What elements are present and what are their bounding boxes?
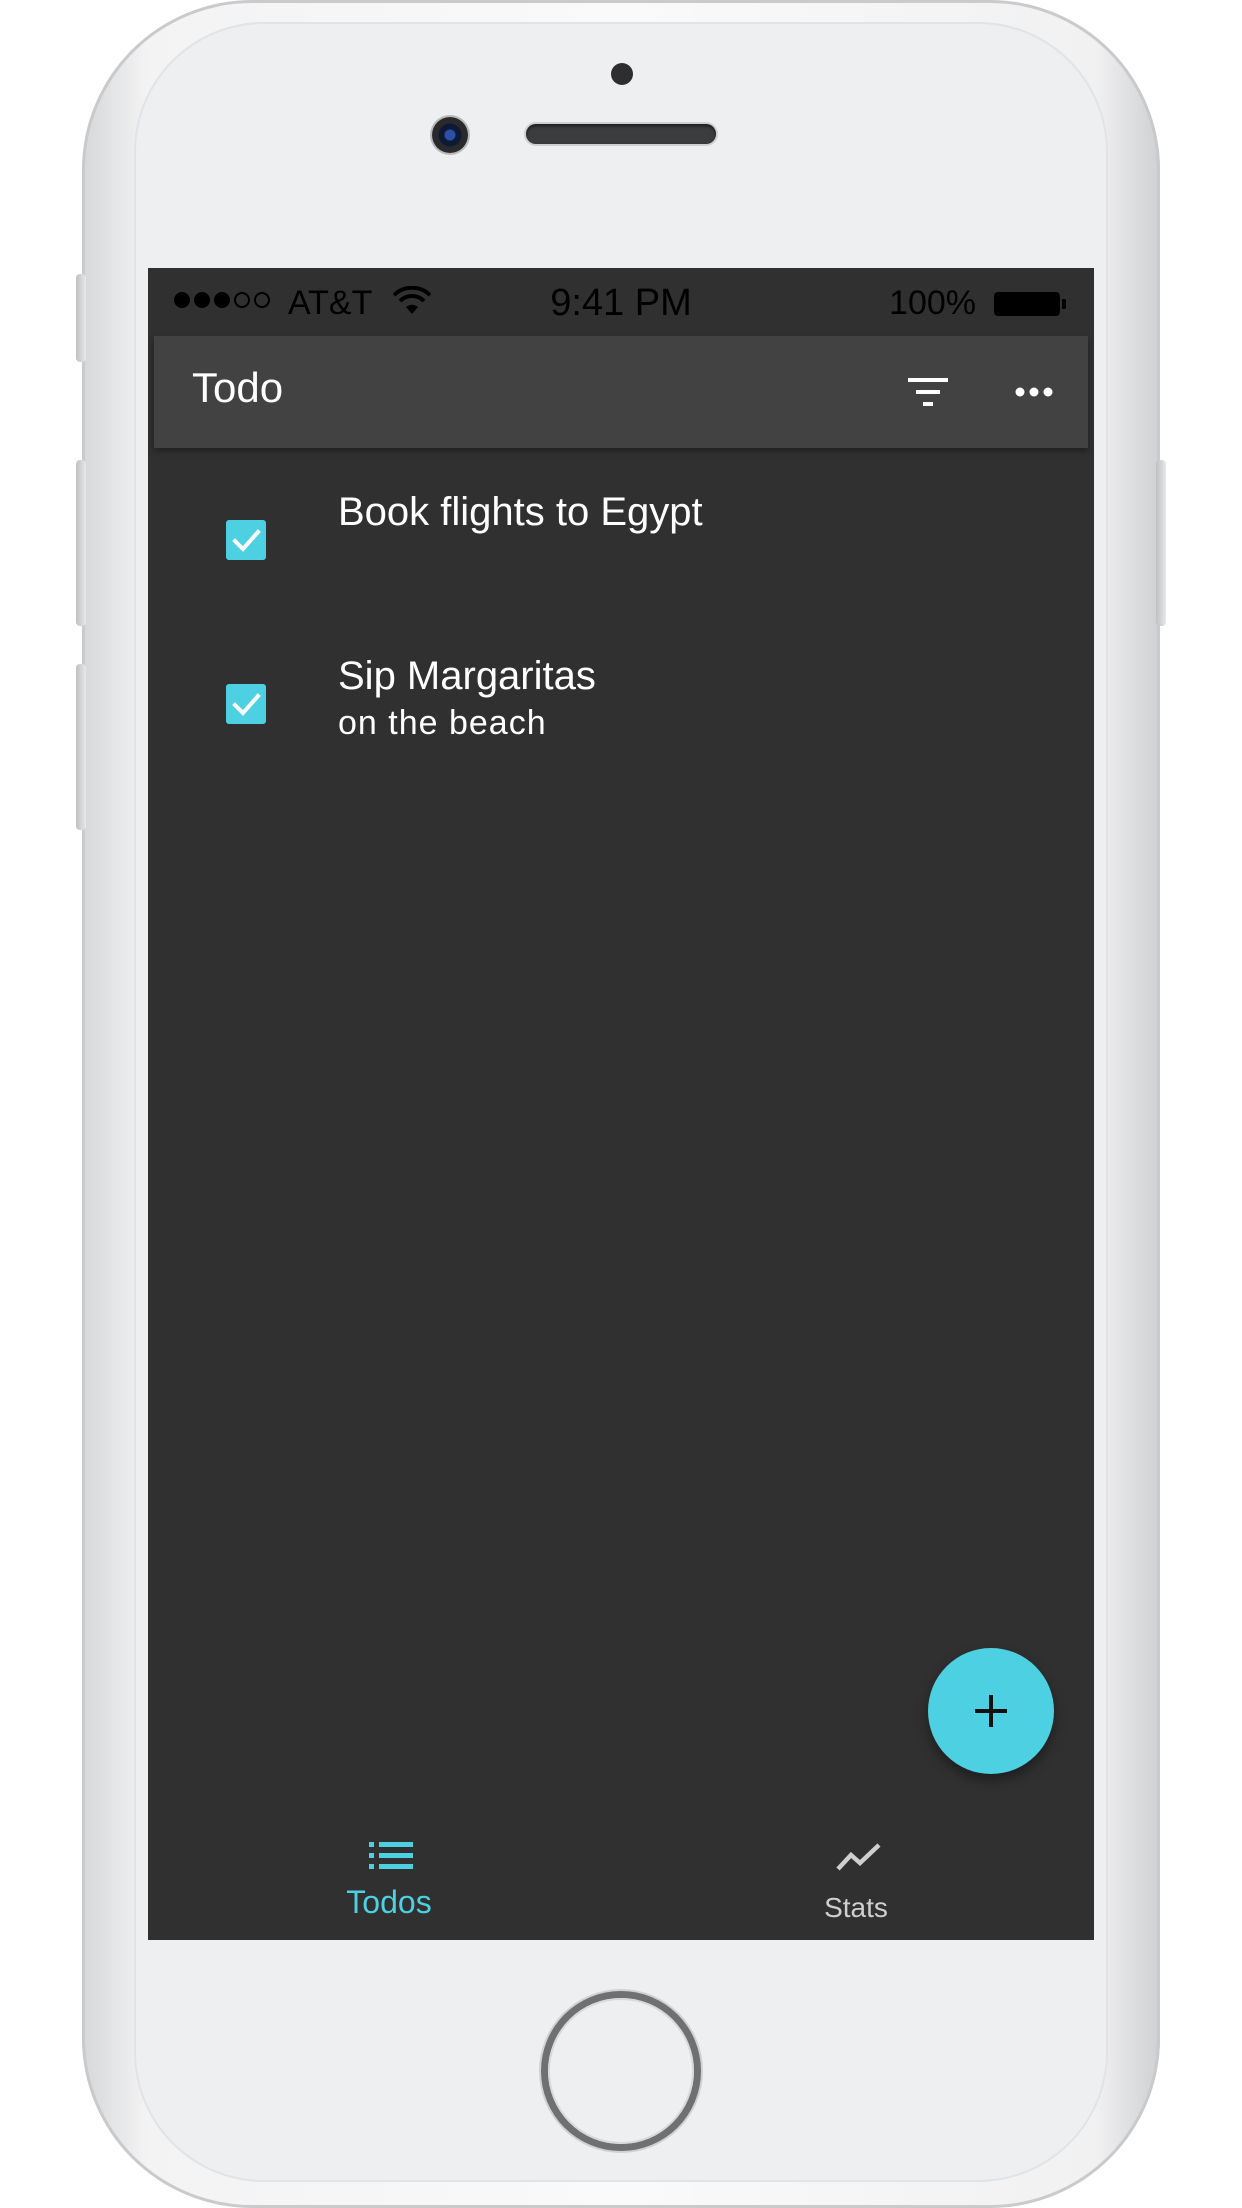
todo-note: on the beach	[338, 704, 547, 742]
battery-icon	[994, 292, 1066, 316]
trending-icon	[836, 1843, 881, 1871]
volume-up-button	[76, 460, 86, 626]
filter-icon[interactable]	[902, 366, 954, 418]
plus-icon	[975, 1695, 1007, 1727]
page-title: Todo	[192, 364, 284, 411]
home-button[interactable]	[548, 1998, 694, 2144]
proximity-sensor	[611, 63, 633, 85]
todo-title: Sip Margaritas	[338, 654, 596, 698]
add-todo-button[interactable]	[928, 1648, 1054, 1774]
check-icon	[232, 529, 261, 552]
power-button	[1156, 460, 1166, 626]
mute-switch	[76, 274, 86, 362]
status-bar: AT&T 9:41 PM 100%	[148, 268, 1094, 336]
screen: AT&T 9:41 PM 100% Todo Book flights to E…	[148, 268, 1094, 1940]
list-item[interactable]: Book flights to Egypt	[148, 480, 1094, 610]
tab-label: Todos	[346, 1884, 432, 1920]
app-bar: Todo	[154, 336, 1088, 448]
volume-down-button	[76, 664, 86, 830]
battery-percentage: 100%	[889, 284, 976, 322]
checkbox[interactable]	[226, 684, 266, 724]
bottom-navigation: Todos Stats	[148, 1812, 1094, 1940]
earpiece-speaker	[526, 124, 716, 144]
checkbox[interactable]	[226, 520, 266, 560]
tab-label: Stats	[824, 1892, 888, 1923]
list-icon	[369, 1842, 413, 1869]
front-camera	[432, 117, 468, 153]
tab-todos[interactable]: Todos	[239, 1812, 539, 1940]
tab-stats[interactable]: Stats	[706, 1812, 1006, 1940]
more-icon[interactable]	[1008, 366, 1060, 418]
check-icon	[232, 693, 261, 716]
todo-title: Book flights to Egypt	[338, 490, 703, 534]
list-item[interactable]: Sip Margaritas on the beach	[148, 644, 1094, 794]
